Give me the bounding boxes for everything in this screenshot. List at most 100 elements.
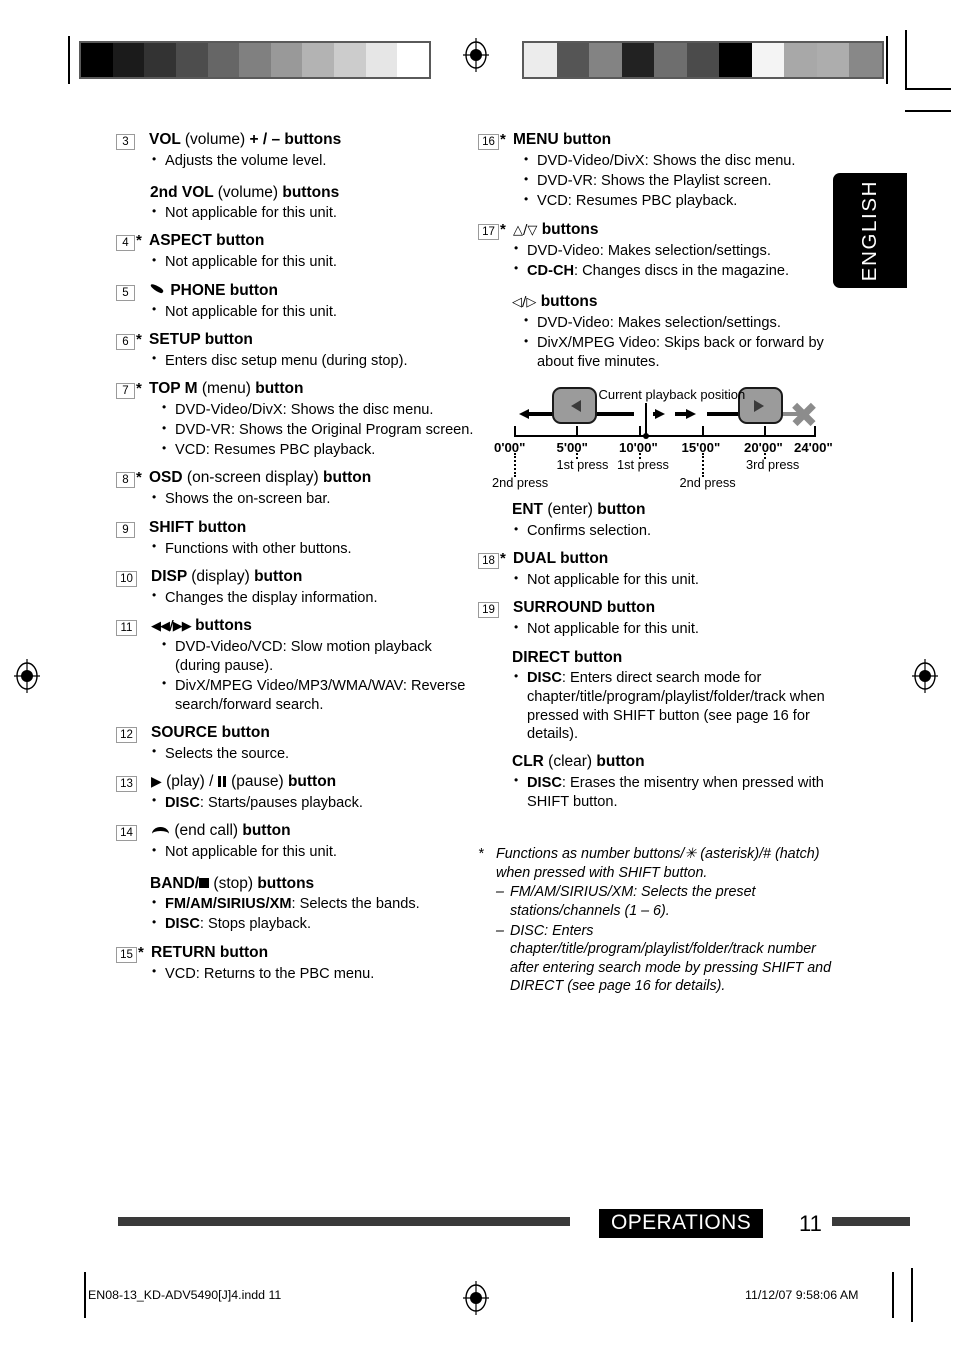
- footnote-sub-mark: –: [496, 922, 504, 939]
- crop-mark-corner-horizontal-a: [905, 88, 951, 90]
- entry-subheading-rest: (stop) buttons: [213, 875, 314, 892]
- grayscale-swatch: [397, 43, 430, 77]
- entry-title: buttons: [542, 221, 599, 238]
- title-bold-part: buttons: [541, 220, 599, 238]
- grayscale-swatch: [621, 43, 655, 77]
- press-leader-dotted-line: [701, 453, 704, 478]
- entry-number-badge: 11: [116, 619, 137, 636]
- grayscale-swatch: [816, 43, 850, 77]
- left-right-triangle-icon: ◁/▷: [512, 295, 537, 311]
- entry-heading-text: MENU button: [510, 131, 611, 150]
- timeline-tick-label: 24'00": [794, 440, 833, 456]
- skip-timeline-diagram: 0'00" 5'00" 10'00" 15'00" 20'00" 24'00" Curren…: [492, 383, 833, 501]
- entry-asterisk-marker: *: [136, 469, 142, 487]
- registration-target-left: [14, 659, 40, 693]
- entry-heading-row: 14* (end call) button: [116, 822, 474, 842]
- entry-number-badge: 14: [116, 825, 137, 842]
- footer-rule-left: [118, 1217, 570, 1226]
- title-bold-part: button: [323, 469, 372, 487]
- title-bold-part: button: [242, 822, 291, 840]
- title-bold-part: + / – buttons: [249, 131, 342, 148]
- entry-title: SETUP button: [149, 331, 253, 348]
- bullet-item: DVD-Video: Makes selection/settings.: [512, 241, 836, 261]
- entry-heading-text: DIRECT button: [509, 649, 622, 668]
- title-bold-part: buttons: [540, 293, 598, 311]
- bullet-item: DVD-VR: Shows the Playlist screen.: [522, 172, 836, 191]
- grayscale-swatch: [144, 43, 176, 77]
- entry-title: buttons: [541, 293, 598, 310]
- bullet-item: DVD-Video/DivX: Shows the disc menu.: [160, 400, 474, 420]
- bullet-keyword: DISC: [165, 794, 200, 811]
- manual-entry: 9*SHIFT buttonFunctions with other butto…: [116, 519, 474, 559]
- manual-entry: 3*VOL (volume) + / – buttons Adjusts the …: [116, 131, 474, 223]
- title-bold-part: SETUP button: [149, 330, 253, 348]
- entry-heading-text: TOP M (menu) button: [146, 380, 303, 399]
- entry-heading-row: *ENT (enter) button: [478, 501, 836, 520]
- entry-subheading: BAND/ (stop) buttons: [150, 875, 474, 894]
- entry-heading-text: OSD (on-screen display) button: [146, 469, 371, 488]
- footnote-sub-mark: –: [496, 884, 504, 901]
- bullet-list: Changes the display information.: [116, 588, 474, 608]
- bullet-item: DISC: Erases the misentry when pressed w…: [512, 773, 836, 811]
- bullet-list: Shows the on-screen bar.: [116, 490, 474, 509]
- title-bold-part: PHONE button: [170, 281, 278, 299]
- entry-heading-text: ◀◀/▶▶ buttons: [148, 617, 252, 636]
- entry-heading-row: *CLR (clear) button: [478, 753, 836, 772]
- bullet-item: Not applicable for this unit.: [150, 843, 474, 862]
- bullet-keyword: CD-CH: [527, 262, 575, 279]
- bullet-list: DISC: Enters direct search mode for chap…: [478, 669, 836, 744]
- bullet-item: DVD-Video/VCD: Slow motion playback (dur…: [160, 637, 474, 675]
- manual-entry: 11*◀◀/▶▶ buttonsDVD-Video/VCD: Slow moti…: [116, 617, 474, 714]
- title-bold-part: VOL: [149, 131, 185, 148]
- crop-mark-top-right-vertical: [886, 36, 888, 84]
- grayscale-swatch: [239, 43, 271, 77]
- footer-rule-right: [832, 1217, 910, 1226]
- current-position-leader-line: [645, 403, 647, 437]
- entry-heading-text: ASPECT button: [146, 232, 264, 251]
- bullet-item: DVD-VR: Shows the Original Program scree…: [160, 421, 474, 440]
- entry-title: (end call) button: [174, 822, 290, 839]
- timeline-tick: [639, 426, 641, 438]
- grayscale-swatch: [751, 43, 785, 77]
- bullet-keyword: DISC: [527, 774, 562, 791]
- title-light-part: (stop): [213, 874, 258, 892]
- footnote-sub-text: FM/AM/SIRIUS/XM: Selects the preset stat…: [510, 884, 756, 920]
- entry-title: ENT (enter) button: [512, 501, 645, 518]
- title-bold-part: buttons: [257, 874, 315, 892]
- entry-number-badge: 3: [116, 134, 135, 150]
- manual-entry: 12*SOURCE buttonSelects the source.: [116, 724, 474, 764]
- bullet-list: DVD-Video/DivX: Shows the disc menu.DVD-…: [116, 400, 474, 460]
- manual-entry: 5* PHONE buttonNot applicable for this u…: [116, 282, 474, 322]
- timeline-axis: [514, 435, 814, 438]
- bullet-list: Enters disc setup menu (during stop).: [116, 351, 474, 371]
- entry-number-badge: 17: [478, 223, 499, 240]
- bullet-list: Not applicable for this unit.: [116, 843, 474, 862]
- grayscale-swatch: [175, 43, 208, 77]
- entry-heading-text: (end call) button: [148, 822, 291, 841]
- entry-number-badge: 8: [116, 472, 135, 489]
- entry-number-badge: 5: [116, 284, 135, 301]
- manual-entry: 15* RETURN button VCD: Returns to the PBC …: [116, 944, 474, 984]
- bullet-item: FM/AM/SIRIUS/XM: Selects the bands.: [150, 895, 474, 914]
- title-bold-part: SOURCE button: [151, 723, 270, 741]
- entry-title: PHONE button: [170, 282, 278, 299]
- bullet-list: DVD-Video/DivX: Shows the disc menu.DVD-…: [478, 152, 836, 211]
- pause-icon: [217, 775, 227, 787]
- up-down-triangle-icon: △/▽: [513, 222, 538, 238]
- title-light-part: (clear): [548, 753, 597, 771]
- timeline-tick: [814, 426, 816, 438]
- footer-page-number: 11: [799, 1211, 822, 1236]
- title-bold-part: RETURN button: [151, 943, 269, 961]
- title-bold-part: button: [254, 567, 303, 585]
- bullet-item: DVD-Video/DivX: Shows the disc menu.: [522, 152, 836, 171]
- entry-title: OSD (on-screen display) button: [149, 469, 371, 486]
- bullet-keyword: DISC: [527, 670, 562, 687]
- entry-heading-text: DUAL button: [510, 550, 608, 569]
- entry-title: DUAL button: [513, 550, 608, 567]
- entry-asterisk-marker: *: [136, 232, 142, 250]
- title-bold-part: DISP: [151, 567, 192, 585]
- footnote-mark: *: [478, 846, 484, 863]
- entry-title: DISP (display) button: [151, 568, 302, 585]
- print-file-name: EN08-13_KD-ADV5490[J]4.indd 11: [88, 1288, 282, 1302]
- entry-heading-text: △/▽ buttons: [510, 221, 599, 240]
